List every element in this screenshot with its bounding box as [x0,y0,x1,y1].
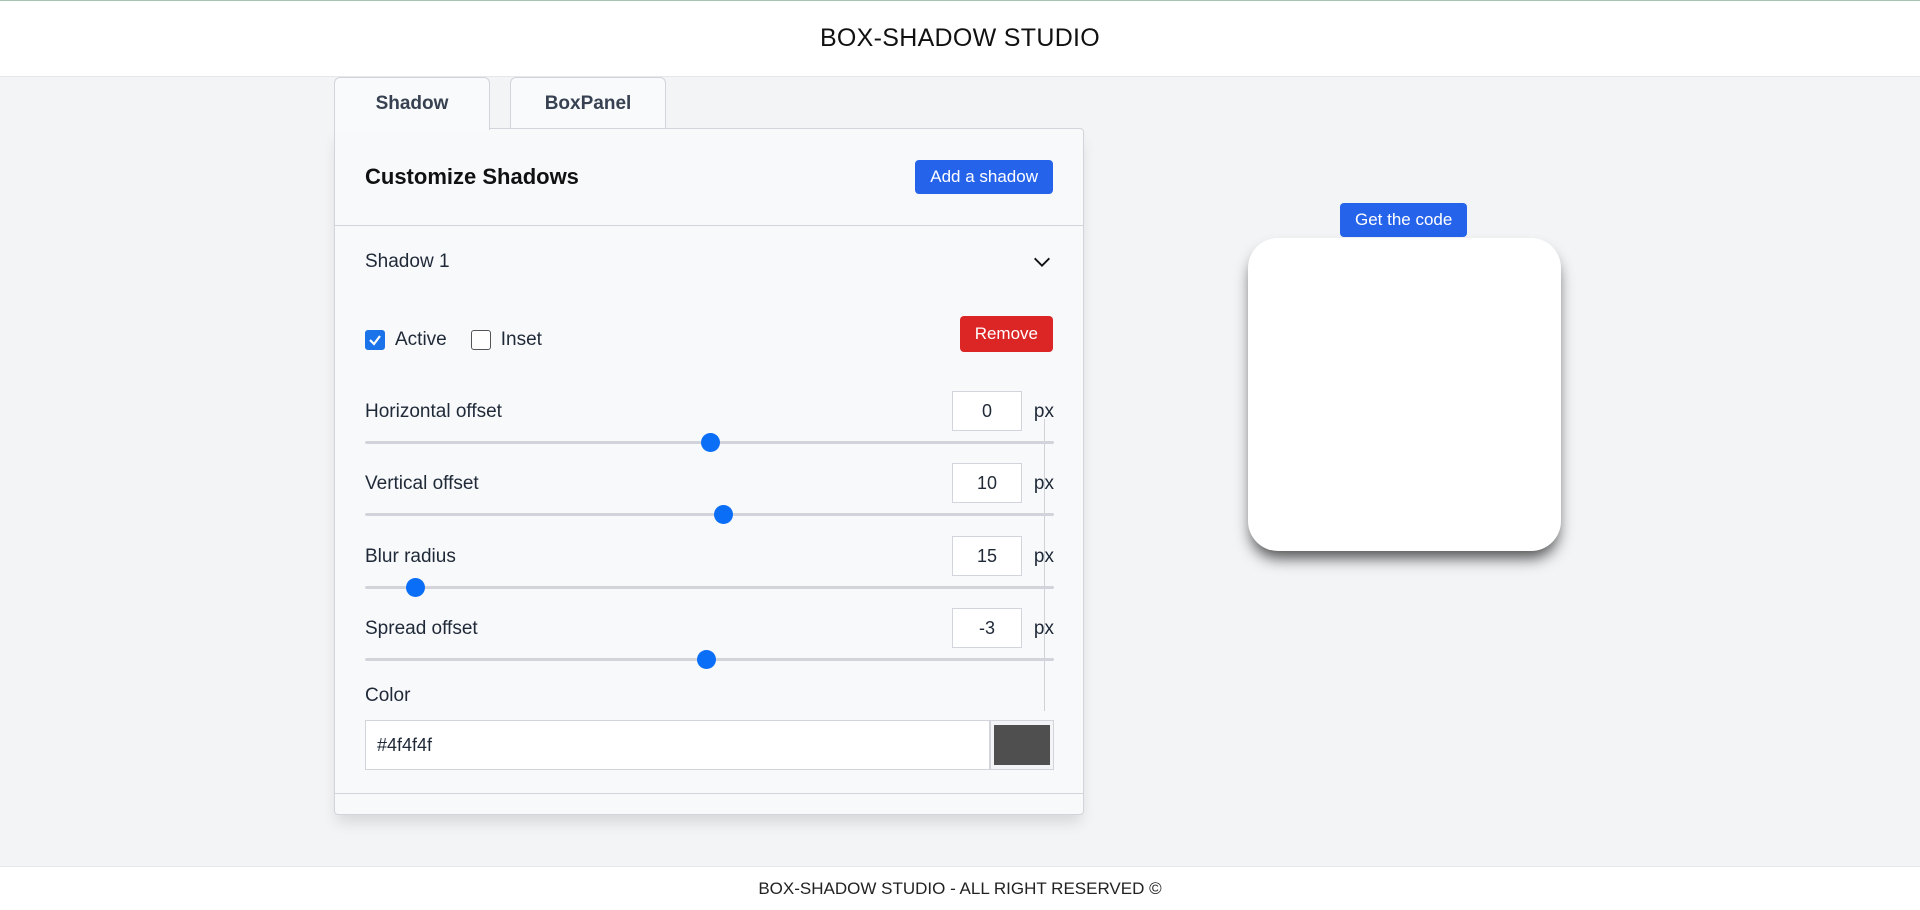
blur-radius-input[interactable]: 15 [952,536,1022,576]
slider-track[interactable] [365,513,1054,516]
control-label: Vertical offset [365,473,479,494]
horizontal-offset-input[interactable]: 0 [952,391,1022,431]
remove-shadow-button[interactable]: Remove [959,316,1053,352]
app-title: BOX-SHADOW STUDIO [819,24,1101,52]
panel-title: Customize Shadows [365,164,579,189]
horizontal-offset-control: Horizontal offset 0 px [365,391,1054,452]
vertical-offset-slider-thumb[interactable] [714,505,734,524]
color-hex-input[interactable]: #4f4f4f [365,720,990,770]
shadow-accordion-header[interactable]: Shadow 1 [335,226,1083,298]
control-label: Horizontal offset [365,401,502,422]
control-label: Spread offset [365,618,478,639]
tab-boxpanel[interactable]: BoxPanel [510,77,666,129]
shadow-name: Shadow 1 [365,251,450,272]
active-label: Active [395,329,447,350]
app-header: BOX-SHADOW STUDIO [0,1,1920,77]
color-picker[interactable] [990,720,1054,770]
shadow-preview-box [1248,238,1561,551]
unit-label: px [1033,546,1054,567]
spread-offset-slider-thumb[interactable] [697,650,717,669]
active-checkbox[interactable] [365,330,385,350]
footer-text: BOX-SHADOW STUDIO - ALL RIGHT RESERVED © [758,878,1162,898]
chevron-down-icon[interactable] [1031,251,1053,273]
checkmark-icon [369,335,381,346]
blur-radius-slider-thumb[interactable] [405,578,425,597]
app-footer: BOX-SHADOW STUDIO - ALL RIGHT RESERVED © [0,866,1920,910]
spread-offset-input[interactable]: -3 [952,608,1022,648]
inset-option[interactable]: Inset [470,329,542,351]
customize-panel: Customize Shadows Add a shadow Shadow 1 … [334,128,1084,815]
slider-track[interactable] [365,586,1054,589]
spread-offset-control: Spread offset -3 px [365,608,1054,669]
add-shadow-button[interactable]: Add a shadow [915,160,1053,194]
tab-shadow[interactable]: Shadow [334,77,490,130]
unit-label: px [1033,401,1054,422]
color-swatch[interactable] [994,725,1050,765]
unit-label: px [1033,618,1054,639]
control-label: Blur radius [365,546,456,567]
panel-divider [335,793,1083,794]
panel-header: Customize Shadows Add a shadow [335,129,1083,226]
color-label: Color [365,685,411,706]
get-code-button[interactable]: Get the code [1340,203,1468,237]
blur-radius-control: Blur radius 15 px [365,536,1054,597]
horizontal-offset-slider-thumb[interactable] [700,433,720,452]
unit-label: px [1033,473,1054,494]
inset-label: Inset [500,329,542,350]
active-option[interactable]: Active [365,329,447,351]
vertical-offset-control: Vertical offset 10 px [365,463,1054,524]
shadow-options: Active Inset [365,329,542,351]
inset-checkbox[interactable] [470,330,491,350]
vertical-offset-input[interactable]: 10 [952,463,1022,503]
tab-bar: Shadow BoxPanel [334,77,666,130]
